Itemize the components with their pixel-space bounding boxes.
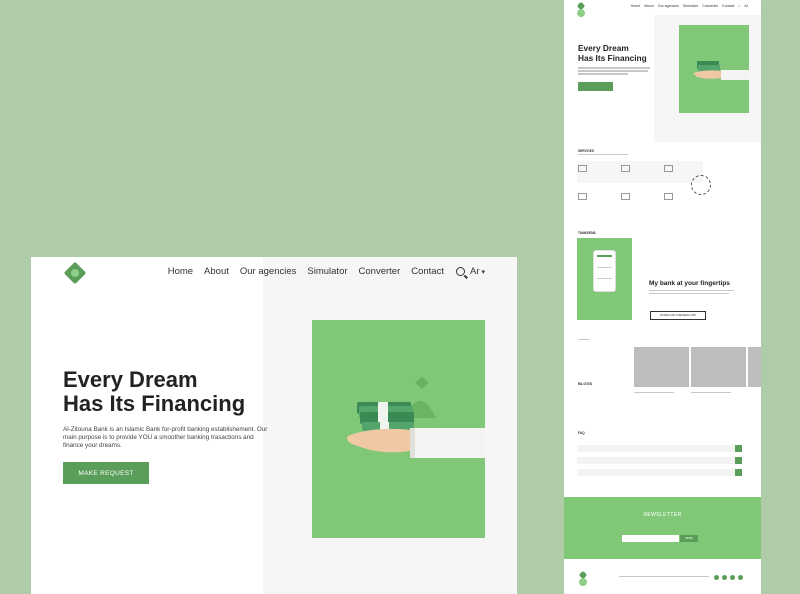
preview-services-sub [578,154,628,155]
preview-tamkeen-label: TAMKEENIL [578,231,597,235]
preview-blogs-label: BLOGS [578,381,593,386]
preview-loader-circle [691,175,711,195]
preview-hero-title: Every Dream Has Its Financing [578,43,658,63]
preview-service-card [621,165,663,175]
twitter-icon [730,575,735,580]
preview-nav-contact: Contact [722,4,735,8]
preview-hero-image [679,25,749,113]
main-nav: Home About Our agencies Simulator Conver… [157,266,517,277]
chart-icon [621,193,630,200]
preview-nav-about: About [644,4,654,8]
preview-phone-panel [577,238,632,320]
nav-our-agencies[interactable]: Our agencies [240,266,297,277]
hero-description: Al-Zitouna Bank is an Islamic Bank for-p… [63,426,268,449]
preview-faq-item [577,445,742,452]
card-icon [621,165,630,172]
preview-nav-converter: Converter [702,4,718,8]
preview-service-card [664,165,706,175]
chevron-down-icon: ▾ [481,269,485,276]
plus-icon [735,445,742,452]
preview-email-field [622,535,679,542]
preview-newsletter-label: NEWSLETTER [643,512,682,518]
preview-service-card [578,165,620,175]
money-hand-illustration [347,376,485,458]
preview-desc-line [578,70,648,72]
preview-blog-image [691,347,746,387]
plus-icon [735,457,742,464]
hero-title-line1: Every Dream [63,367,198,392]
preview-title-line2: Has Its Financing [578,52,647,63]
preview-nav-home: Home [630,4,641,8]
youtube-icon [738,575,743,580]
nav-home[interactable]: Home [168,266,193,277]
card-icon [578,193,587,200]
preview-mobile-line [649,293,729,294]
language-label: Ar [469,266,480,277]
preview-nav-simulator: Simulator [683,4,699,8]
preview-service-card [578,193,620,203]
preview-blog-image [748,347,761,387]
preview-desc-line [578,67,650,69]
hero-card: Home About Our agencies Simulator Conver… [31,257,517,594]
nav-contact[interactable]: Contact [411,266,444,277]
card-icon [664,193,673,200]
preview-send-button: SEND [680,535,698,542]
preview-lang: Ar [744,4,748,8]
preview-money-illustration [693,61,749,80]
language-selector[interactable]: Ar ▾ [470,266,485,277]
preview-nav: Home About Our agencies Simulator Conver… [627,4,748,8]
preview-desc-line [578,73,628,75]
preview-blog-text [691,392,731,393]
hero-title: Every Dream Has Its Financing [63,368,303,416]
preview-nav-agencies: Our agencies [657,4,680,8]
search-icon[interactable] [455,267,465,276]
bank-logo-icon[interactable] [63,261,87,285]
preview-faq-item [577,457,742,464]
preview-search-icon: ⌕ [738,4,741,8]
preview-download-button: DOWNLOAD TAMKEENIL APP [650,311,706,320]
nav-simulator[interactable]: Simulator [307,266,347,277]
preview-footer-links [619,576,709,577]
preview-mobile-title: My bank at your fingertips [649,280,730,287]
preview-services-label: SERVICES [578,149,595,153]
nav-about[interactable]: About [204,266,229,277]
preview-newsletter: NEWSLETTER SEND [564,497,761,559]
hero-title-line2: Has Its Financing [63,391,246,416]
card-icon [578,165,587,172]
facebook-icon [714,575,719,580]
preview-faq-item [577,469,742,476]
card-icon [664,165,673,172]
phone-mockup [593,250,616,292]
preview-mobile-line [649,290,734,291]
preview-service-card [621,193,663,203]
full-page-preview: Home About Our agencies Simulator Conver… [564,0,761,594]
plus-icon [735,469,742,476]
hero-illustration [312,320,485,538]
nav-converter[interactable]: Converter [359,266,401,277]
preview-logo-icon [576,1,586,11]
preview-blogs-tag [578,339,590,340]
preview-make-request-button [578,82,613,91]
preview-faq-label: FAQ [578,431,585,435]
instagram-icon [722,575,727,580]
make-request-button[interactable]: MAKE REQUEST [63,462,149,484]
preview-footer-logo-icon [578,570,588,580]
preview-blog-text [634,392,674,393]
preview-blog-image [634,347,689,387]
